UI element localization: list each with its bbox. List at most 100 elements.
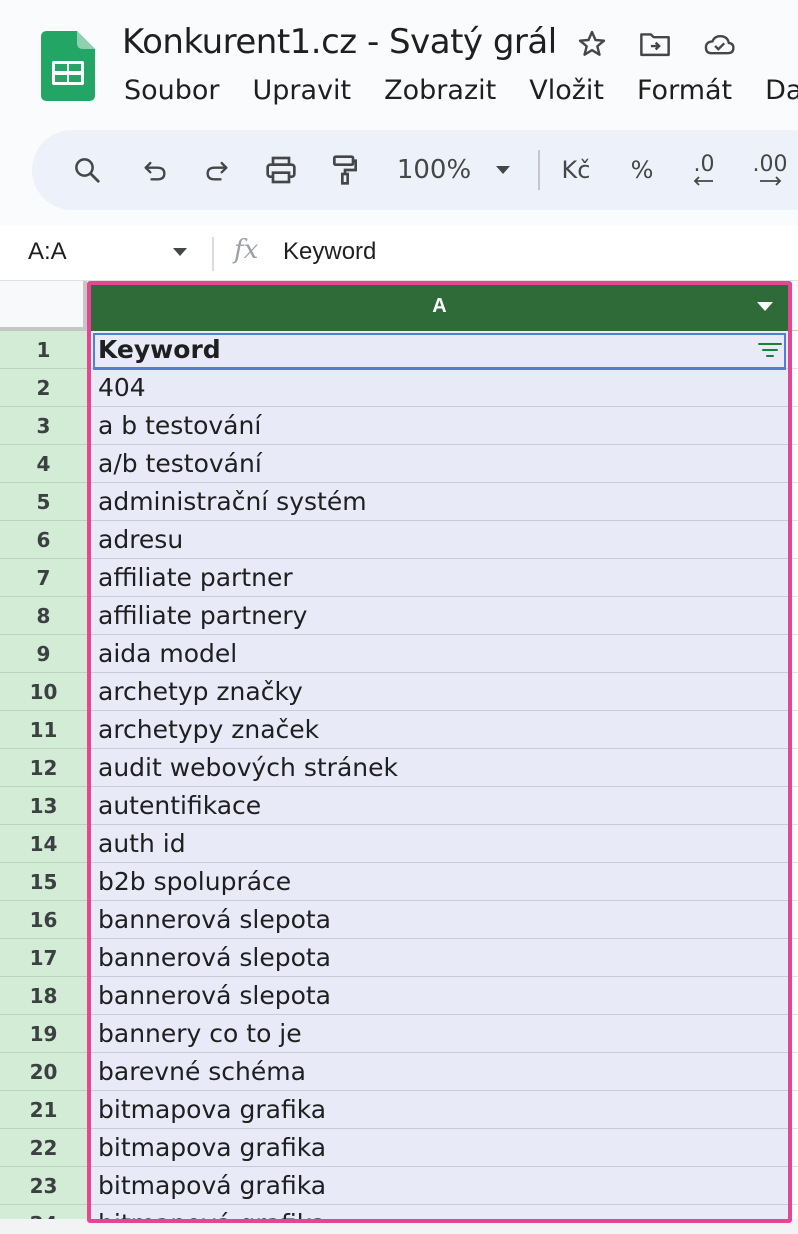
move-folder-icon[interactable] <box>638 27 672 61</box>
cell-b[interactable] <box>788 1091 798 1129</box>
cell-b[interactable] <box>788 1129 798 1167</box>
row-header[interactable]: 22 <box>0 1129 87 1167</box>
name-box[interactable]: A:A <box>28 237 67 267</box>
cell[interactable]: Keyword <box>91 331 788 369</box>
print-icon[interactable] <box>262 130 300 210</box>
cell[interactable]: aida model <box>91 635 788 673</box>
percent-format-button[interactable]: % <box>624 130 660 210</box>
cell[interactable]: administrační systém <box>91 483 788 521</box>
cell-b[interactable] <box>788 521 798 559</box>
cell[interactable]: bitmapova grafika <box>91 1129 788 1167</box>
zoom-select[interactable]: 100% <box>392 130 476 210</box>
cell-b[interactable] <box>788 1053 798 1091</box>
menu-data[interactable]: Data <box>765 74 798 108</box>
sheets-logo-icon[interactable] <box>41 31 95 101</box>
row-header[interactable]: 15 <box>0 863 87 901</box>
document-title[interactable]: Konkurent1.cz - Svatý grál <box>122 22 557 62</box>
cell[interactable]: a/b testování <box>91 445 788 483</box>
cell-b[interactable] <box>788 1015 798 1053</box>
menu-vlozit[interactable]: Vložit <box>529 74 604 108</box>
cell[interactable]: barevné schéma <box>91 1053 788 1091</box>
cell-b[interactable] <box>788 483 798 521</box>
row-header[interactable]: 4 <box>0 445 87 483</box>
cell[interactable]: audit webových stránek <box>91 749 788 787</box>
row-header[interactable]: 11 <box>0 711 87 749</box>
cell[interactable]: bannerová slepota <box>91 977 788 1015</box>
menu-upravit[interactable]: Upravit <box>253 74 352 108</box>
undo-icon[interactable] <box>136 130 174 210</box>
row-header[interactable]: 3 <box>0 407 87 445</box>
currency-format-button[interactable]: Kč <box>556 130 596 210</box>
cell[interactable]: bitmapová grafika <box>91 1167 788 1205</box>
cell-b[interactable] <box>788 407 798 445</box>
cell-b[interactable] <box>788 901 798 939</box>
cell-b[interactable] <box>788 559 798 597</box>
star-icon[interactable] <box>575 27 609 61</box>
cell[interactable]: b2b spolupráce <box>91 863 788 901</box>
cell[interactable]: a b testování <box>91 407 788 445</box>
row-header[interactable]: 6 <box>0 521 87 559</box>
menu-zobrazit[interactable]: Zobrazit <box>384 74 496 108</box>
cell[interactable]: 404 <box>91 369 788 407</box>
column-menu-chevron-down-icon[interactable] <box>756 301 774 312</box>
cell[interactable]: adresu <box>91 521 788 559</box>
cell-b[interactable] <box>788 597 798 635</box>
cell-b[interactable] <box>788 787 798 825</box>
row-header[interactable]: 16 <box>0 901 87 939</box>
redo-icon[interactable] <box>198 130 236 210</box>
row-header[interactable]: 14 <box>0 825 87 863</box>
row-header[interactable]: 20 <box>0 1053 87 1091</box>
paint-format-icon[interactable] <box>326 130 364 210</box>
cell-b[interactable] <box>788 825 798 863</box>
cell[interactable]: bannery co to je <box>91 1015 788 1053</box>
cell-b[interactable] <box>788 673 798 711</box>
row-header[interactable]: 17 <box>0 939 87 977</box>
cell-b[interactable] <box>788 369 798 407</box>
cell[interactable]: bannerová slepota <box>91 901 788 939</box>
cell[interactable]: auth id <box>91 825 788 863</box>
cell-b[interactable] <box>788 939 798 977</box>
cell[interactable]: affiliate partner <box>91 559 788 597</box>
increase-decimal-button[interactable]: .00 <box>748 130 792 210</box>
cell[interactable]: autentifikace <box>91 787 788 825</box>
name-box-chevron-down-icon[interactable] <box>172 247 188 257</box>
column-header-b[interactable] <box>788 281 798 331</box>
row-header[interactable]: 13 <box>0 787 87 825</box>
formula-input[interactable]: Keyword <box>283 237 376 267</box>
cell[interactable]: bannerová slepota <box>91 939 788 977</box>
cell-b[interactable] <box>788 977 798 1015</box>
filter-icon[interactable] <box>758 342 782 358</box>
row-header[interactable]: 8 <box>0 597 87 635</box>
cell-b[interactable] <box>788 445 798 483</box>
cell[interactable]: archetypy značek <box>91 711 788 749</box>
row-header[interactable]: 2 <box>0 369 87 407</box>
cell-b[interactable] <box>788 749 798 787</box>
menu-format[interactable]: Formát <box>637 74 732 108</box>
zoom-chevron-down-icon[interactable] <box>488 130 518 210</box>
cell[interactable]: archetyp značky <box>91 673 788 711</box>
row-header[interactable]: 1 <box>0 331 87 369</box>
horizontal-scrollbar[interactable] <box>0 1219 798 1234</box>
cell[interactable]: bitmapova grafika <box>91 1091 788 1129</box>
column-header-a[interactable]: A <box>91 281 788 331</box>
row-header[interactable]: 21 <box>0 1091 87 1129</box>
row-header[interactable]: 7 <box>0 559 87 597</box>
row-header[interactable]: 12 <box>0 749 87 787</box>
cell-b[interactable] <box>788 1167 798 1205</box>
cell-b[interactable] <box>788 711 798 749</box>
row-header[interactable]: 9 <box>0 635 87 673</box>
cell-b[interactable] <box>788 635 798 673</box>
cell[interactable]: affiliate partnery <box>91 597 788 635</box>
cell-b[interactable] <box>788 863 798 901</box>
select-all-corner[interactable] <box>0 281 87 331</box>
cloud-saved-icon[interactable] <box>702 27 736 61</box>
menu-soubor[interactable]: Soubor <box>124 74 220 108</box>
decrease-decimal-button[interactable]: .0 <box>684 130 724 210</box>
row-header[interactable]: 23 <box>0 1167 87 1205</box>
row-header[interactable]: 18 <box>0 977 87 1015</box>
cell-b[interactable] <box>788 331 798 369</box>
row-header[interactable]: 19 <box>0 1015 87 1053</box>
row-header[interactable]: 5 <box>0 483 87 521</box>
search-icon[interactable] <box>68 130 106 210</box>
row-header[interactable]: 10 <box>0 673 87 711</box>
